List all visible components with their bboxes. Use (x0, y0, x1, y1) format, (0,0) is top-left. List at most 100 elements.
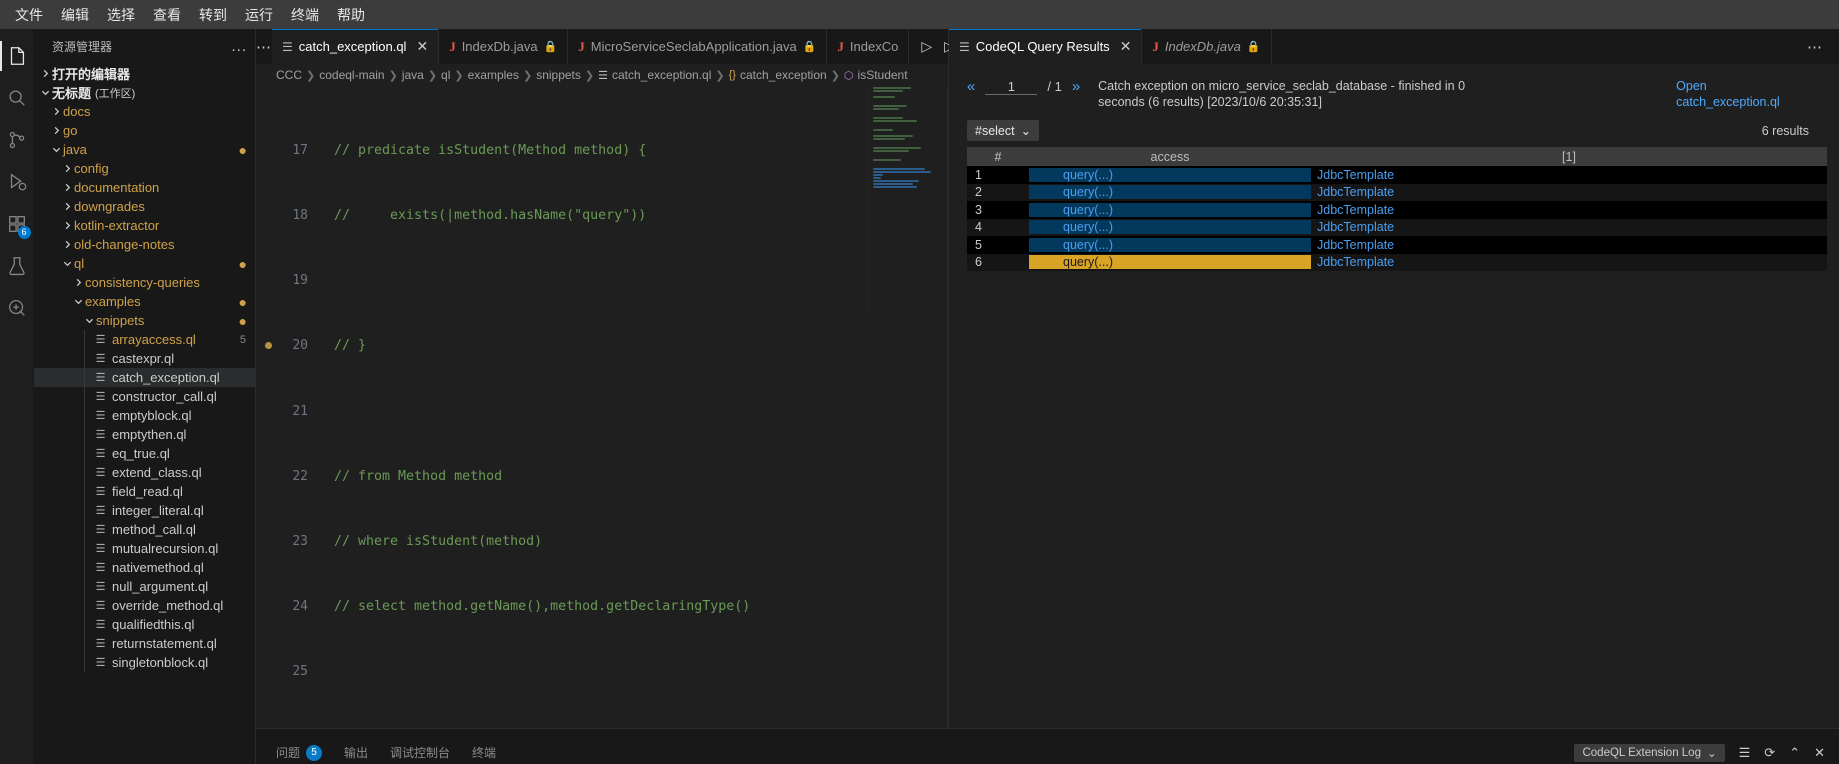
result-col1-cell[interactable]: JdbcTemplate (1311, 185, 1827, 199)
tree-folder-documentation[interactable]: documentation (34, 178, 255, 197)
tabbar-overflow-icon[interactable]: ⋯ (256, 29, 272, 64)
result-access-cell[interactable]: query(...) (1029, 185, 1311, 199)
tree-folder-config[interactable]: config (34, 159, 255, 178)
testing-icon[interactable] (0, 245, 34, 287)
tree-folder-snippets[interactable]: snippets● (34, 311, 255, 330)
tab-microservice-seclab-application-java[interactable]: J MicroServiceSeclabApplication.java 🔒 (568, 29, 827, 64)
tab-indexdb-java-preview[interactable]: J IndexDb.java 🔒 (1142, 29, 1271, 64)
tree-folder-examples[interactable]: examples● (34, 292, 255, 311)
tree-folder-consistency-queries[interactable]: consistency-queries (34, 273, 255, 292)
select-dropdown[interactable]: #select ⌄ (967, 120, 1039, 141)
breadcrumb-item-snippets[interactable]: snippets (536, 68, 581, 82)
tree-folder-docs[interactable]: docs (34, 102, 255, 121)
tab-catch-exception-ql[interactable]: ☰ catch_exception.ql ✕ (272, 29, 439, 64)
result-access-link[interactable]: query(...) (1063, 168, 1113, 182)
tree-file-arrayaccess.ql[interactable]: ☰arrayaccess.ql5 (34, 330, 255, 349)
column-header-index[interactable]: # (967, 150, 1029, 164)
results-more-icon[interactable]: ⋯ (1791, 29, 1839, 64)
panel-clear-icon[interactable]: ⟳ (1764, 745, 1775, 761)
panel-tab-debug-console[interactable]: 调试控制台 (390, 732, 450, 761)
tree-file-integer_literal.ql[interactable]: ☰integer_literal.ql (34, 501, 255, 520)
tree-folder-old-change-notes[interactable]: old-change-notes (34, 235, 255, 254)
result-access-link[interactable]: query(...) (1063, 220, 1113, 234)
tree-folder-downgrades[interactable]: downgrades (34, 197, 255, 216)
codeql-icon[interactable] (0, 287, 34, 329)
tree-folder-go[interactable]: go (34, 121, 255, 140)
tab-indexdb-java[interactable]: J IndexDb.java 🔒 (439, 29, 568, 64)
tree-file-returnstatement.ql[interactable]: ☰returnstatement.ql (34, 634, 255, 653)
source-control-icon[interactable] (0, 119, 34, 161)
sidebar-more-icon[interactable]: ... (231, 38, 247, 55)
result-access-cell[interactable]: query(...) (1029, 203, 1311, 217)
extensions-icon[interactable]: 6 (0, 203, 34, 245)
open-query-link[interactable]: Open catch_exception.ql (1676, 78, 1780, 110)
panel-list-icon[interactable]: ☰ (1739, 745, 1751, 761)
explorer-icon[interactable] (0, 35, 34, 77)
run-query-icon[interactable]: ▷ (921, 38, 932, 55)
menu-item-view[interactable]: 查看 (144, 3, 190, 27)
code-editor[interactable]: 17 // predicate isStudent(Method method)… (256, 86, 948, 728)
breadcrumb-item-codeql-main[interactable]: codeql-main (319, 68, 384, 82)
menu-item-edit[interactable]: 编辑 (52, 3, 98, 27)
menu-item-terminal[interactable]: 终端 (282, 3, 328, 27)
tree-file-nativemethod.ql[interactable]: ☰nativemethod.ql (34, 558, 255, 577)
tree-folder-java[interactable]: java● (34, 140, 255, 159)
tab-codeql-query-results[interactable]: ☰ CodeQL Query Results ✕ (949, 29, 1142, 64)
panel-tab-problems[interactable]: 问题 5 (276, 732, 322, 761)
menu-item-go[interactable]: 转到 (190, 3, 236, 27)
breadcrumb-item-java[interactable]: java (402, 68, 424, 82)
panel-close-icon[interactable]: ✕ (1814, 745, 1825, 761)
tree-file-eq_true.ql[interactable]: ☰eq_true.ql (34, 444, 255, 463)
table-row[interactable]: 2query(...)JdbcTemplate (967, 184, 1827, 202)
breadcrumb-item-catch-exception-ql[interactable]: ☰ catch_exception.ql (598, 68, 711, 82)
result-access-cell[interactable]: query(...) (1029, 220, 1311, 234)
table-row[interactable]: 4query(...)JdbcTemplate (967, 219, 1827, 237)
column-header-access[interactable]: access (1029, 150, 1311, 164)
tree-folder-kotlin-extractor[interactable]: kotlin-extractor (34, 216, 255, 235)
result-col1-cell[interactable]: JdbcTemplate (1311, 168, 1827, 182)
result-access-link[interactable]: query(...) (1063, 203, 1113, 217)
table-row[interactable]: 3query(...)JdbcTemplate (967, 201, 1827, 219)
tree-file-mutualrecursion.ql[interactable]: ☰mutualrecursion.ql (34, 539, 255, 558)
extension-log-dropdown[interactable]: CodeQL Extension Log ⌄ (1574, 744, 1724, 762)
tree-file-field_read.ql[interactable]: ☰field_read.ql (34, 482, 255, 501)
minimap[interactable] (868, 86, 948, 311)
file-tree[interactable]: 打开的编辑器 无标题 (工作区) docsgojava●configdocume… (34, 64, 255, 764)
tree-file-method_call.ql[interactable]: ☰method_call.ql (34, 520, 255, 539)
result-col1-cell[interactable]: JdbcTemplate (1311, 203, 1827, 217)
result-access-cell[interactable]: query(...) (1029, 255, 1311, 269)
result-access-link[interactable]: query(...) (1063, 255, 1113, 269)
result-col1-cell[interactable]: JdbcTemplate (1311, 255, 1827, 269)
search-icon[interactable] (0, 77, 34, 119)
close-icon[interactable]: ✕ (1120, 38, 1132, 55)
result-access-link[interactable]: query(...) (1063, 185, 1113, 199)
table-row[interactable]: 5query(...)JdbcTemplate (967, 236, 1827, 254)
breadcrumb-item-ql[interactable]: ql (441, 68, 450, 82)
result-col1-link[interactable]: JdbcTemplate (1317, 220, 1394, 234)
result-col1-cell[interactable]: JdbcTemplate (1311, 238, 1827, 252)
result-col1-link[interactable]: JdbcTemplate (1317, 238, 1394, 252)
result-access-link[interactable]: query(...) (1063, 238, 1113, 252)
column-header-col1[interactable]: [1] (1311, 150, 1827, 164)
tree-file-emptythen.ql[interactable]: ☰emptythen.ql (34, 425, 255, 444)
pager-prev-icon[interactable]: « (967, 78, 975, 95)
tree-file-emptyblock.ql[interactable]: ☰emptyblock.ql (34, 406, 255, 425)
tree-file-catch_exception.ql[interactable]: ☰catch_exception.ql (34, 368, 255, 387)
table-row[interactable]: 1query(...)JdbcTemplate (967, 166, 1827, 184)
menu-item-run[interactable]: 运行 (236, 3, 282, 27)
breakpoint-icon[interactable] (265, 342, 272, 349)
result-col1-link[interactable]: JdbcTemplate (1317, 255, 1394, 269)
tree-section-open-editors[interactable]: 打开的编辑器 (34, 64, 255, 83)
result-access-cell[interactable]: query(...) (1029, 238, 1311, 252)
panel-tab-output[interactable]: 输出 (344, 732, 368, 761)
result-col1-link[interactable]: JdbcTemplate (1317, 185, 1394, 199)
tree-file-constructor_call.ql[interactable]: ☰constructor_call.ql (34, 387, 255, 406)
tree-file-qualifiedthis.ql[interactable]: ☰qualifiedthis.ql (34, 615, 255, 634)
result-col1-link[interactable]: JdbcTemplate (1317, 168, 1394, 182)
breadcrumb-item-isstudent[interactable]: ⬡ isStudent (844, 68, 908, 82)
code-content[interactable]: 17 // predicate isStudent(Method method)… (256, 94, 948, 728)
breadcrumb-item-examples[interactable]: examples (468, 68, 519, 82)
pager-page-input[interactable] (985, 79, 1037, 95)
menu-item-selection[interactable]: 选择 (98, 3, 144, 27)
close-icon[interactable]: ✕ (416, 38, 428, 55)
